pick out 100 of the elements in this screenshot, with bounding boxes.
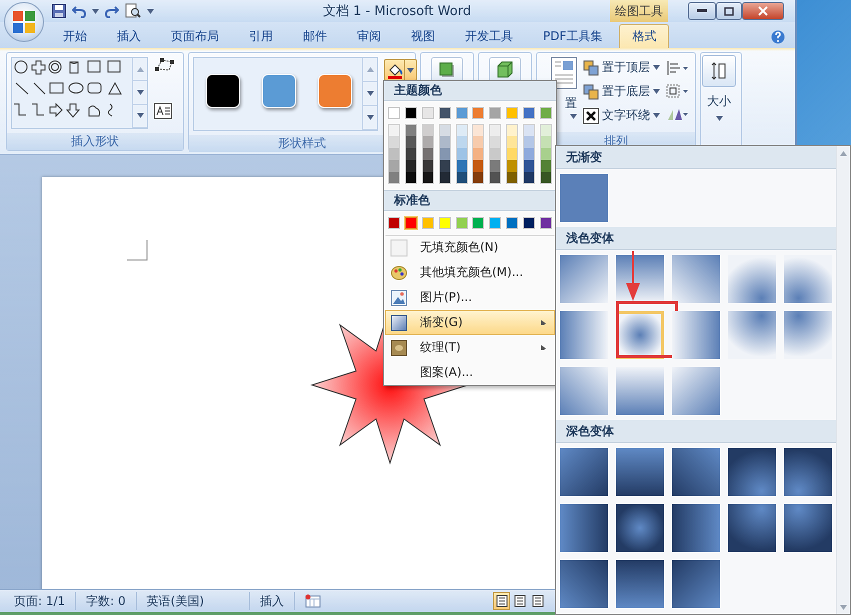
color-swatch[interactable] — [404, 136, 417, 148]
arrange-command[interactable]: 置于顶层 — [581, 57, 662, 78]
color-swatch[interactable] — [404, 217, 417, 229]
gradient-tile[interactable] — [728, 255, 776, 303]
arrange-command[interactable]: 置于底层 — [581, 81, 662, 102]
color-swatch[interactable] — [506, 160, 518, 172]
color-swatch[interactable] — [506, 172, 518, 184]
color-swatch[interactable] — [388, 148, 400, 160]
color-swatch[interactable] — [523, 160, 535, 172]
color-swatch[interactable] — [456, 217, 468, 229]
color-swatch[interactable] — [438, 107, 451, 119]
print-preview-icon[interactable] — [125, 3, 141, 19]
color-swatch[interactable] — [489, 124, 502, 136]
color-swatch[interactable] — [422, 217, 434, 229]
edit-shape-icon[interactable] — [154, 57, 176, 73]
color-swatch[interactable] — [388, 217, 400, 229]
redo-icon[interactable] — [105, 4, 119, 18]
color-swatch[interactable] — [404, 148, 417, 160]
color-swatch[interactable] — [422, 148, 434, 160]
color-swatch[interactable] — [523, 148, 535, 160]
color-swatch[interactable] — [489, 148, 502, 160]
color-swatch[interactable] — [506, 107, 518, 119]
view-button[interactable] — [493, 592, 510, 610]
help-icon[interactable] — [771, 30, 785, 44]
ribbon-tab[interactable]: 开发工具 — [452, 24, 526, 48]
color-swatch[interactable] — [540, 124, 552, 136]
fill-color-button[interactable] — [384, 59, 417, 81]
arrange-command[interactable]: 文字环绕 — [581, 105, 662, 126]
color-swatch[interactable] — [422, 160, 434, 172]
undo-icon[interactable] — [72, 4, 86, 18]
color-swatch[interactable] — [540, 107, 552, 119]
group-icon[interactable] — [666, 84, 688, 98]
color-swatch[interactable] — [472, 124, 484, 136]
gradient-tile[interactable] — [616, 448, 664, 496]
menu-item[interactable]: 无填充颜色(N) — [385, 235, 555, 260]
color-swatch[interactable] — [472, 136, 484, 148]
gradient-tile[interactable] — [616, 560, 664, 608]
gradient-tile[interactable] — [672, 448, 720, 496]
gradient-tile[interactable] — [672, 311, 720, 359]
close-button[interactable] — [742, 2, 784, 20]
color-swatch[interactable] — [506, 217, 518, 229]
menu-item[interactable]: 图案(A)... — [385, 360, 555, 385]
color-swatch[interactable] — [438, 124, 451, 136]
rotate-icon[interactable] — [666, 107, 688, 121]
gradient-tile[interactable] — [728, 311, 776, 359]
gradient-tile[interactable] — [728, 448, 776, 496]
gradient-tile[interactable] — [728, 504, 776, 552]
ribbon-tab[interactable]: 视图 — [398, 24, 448, 48]
ribbon-tab[interactable]: 邮件 — [290, 24, 340, 48]
align-icon[interactable] — [666, 61, 688, 75]
color-swatch[interactable] — [388, 124, 400, 136]
color-swatch[interactable] — [422, 136, 434, 148]
status-text[interactable]: 字数: 0 — [76, 592, 137, 610]
gradient-tile[interactable] — [784, 255, 832, 303]
color-swatch[interactable] — [523, 107, 535, 119]
color-swatch[interactable] — [472, 160, 484, 172]
color-swatch[interactable] — [388, 136, 400, 148]
menu-item[interactable]: 纹理(T) — [385, 335, 555, 360]
color-swatch[interactable] — [540, 136, 552, 148]
color-swatch[interactable] — [404, 107, 417, 119]
gradient-tile[interactable] — [784, 311, 832, 359]
color-swatch[interactable] — [456, 160, 468, 172]
ribbon-tab[interactable]: 开始 — [50, 24, 100, 48]
color-swatch[interactable] — [489, 107, 502, 119]
color-swatch[interactable] — [489, 217, 502, 229]
color-swatch[interactable] — [422, 172, 434, 184]
color-swatch[interactable] — [388, 172, 400, 184]
color-swatch[interactable] — [540, 217, 552, 229]
color-swatch[interactable] — [404, 124, 417, 136]
color-swatch[interactable] — [422, 124, 434, 136]
color-swatch[interactable] — [472, 148, 484, 160]
text-box-icon[interactable] — [154, 103, 172, 119]
color-swatch[interactable] — [523, 172, 535, 184]
color-swatch[interactable] — [438, 136, 451, 148]
gradient-tile[interactable] — [784, 504, 832, 552]
color-swatch[interactable] — [404, 172, 417, 184]
gradient-tile[interactable] — [560, 255, 608, 303]
ribbon-tab[interactable]: 引用 — [236, 24, 286, 48]
ribbon-tab[interactable]: PDF工具集 — [530, 24, 616, 48]
gradient-tile[interactable] — [784, 448, 832, 496]
gradient-tile[interactable] — [672, 255, 720, 303]
color-swatch[interactable] — [540, 172, 552, 184]
color-swatch[interactable] — [438, 160, 451, 172]
style-swatch[interactable] — [206, 74, 240, 108]
color-swatch[interactable] — [438, 217, 451, 229]
color-swatch[interactable] — [540, 160, 552, 172]
color-swatch[interactable] — [388, 160, 400, 172]
gradient-tile[interactable] — [672, 560, 720, 608]
gradient-tile[interactable] — [560, 504, 608, 552]
gradient-tile[interactable] — [560, 448, 608, 496]
color-swatch[interactable] — [456, 148, 468, 160]
status-text[interactable]: 英语(美国) — [136, 592, 250, 610]
gradient-tile[interactable] — [672, 367, 720, 415]
color-swatch[interactable] — [472, 172, 484, 184]
color-swatch[interactable] — [472, 107, 484, 119]
color-swatch[interactable] — [438, 148, 451, 160]
minimize-button[interactable] — [688, 2, 716, 20]
style-swatch[interactable] — [318, 74, 352, 108]
color-swatch[interactable] — [456, 136, 468, 148]
ribbon-tab[interactable]: 格式 — [619, 24, 670, 48]
